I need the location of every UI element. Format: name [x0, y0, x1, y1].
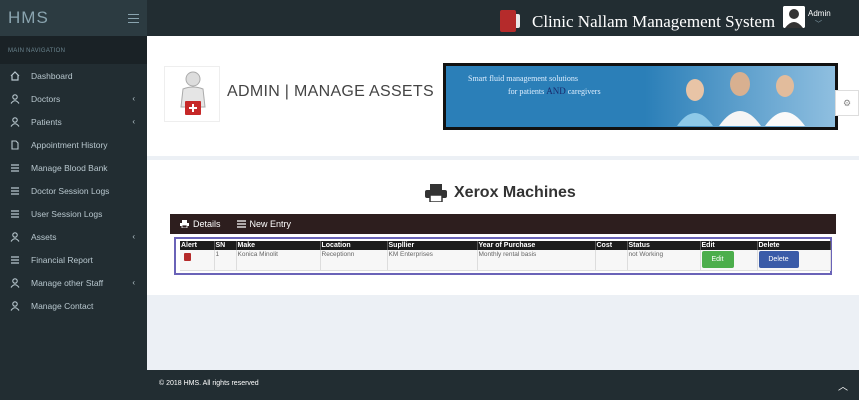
- page-header-panel: ADMIN | MANAGE ASSETS Smart fluid manage…: [147, 36, 859, 156]
- admin-username[interactable]: Admin: [808, 9, 831, 18]
- sidebar-item-blood-bank[interactable]: Manage Blood Bank: [0, 156, 147, 179]
- table-header-row: Alert SN Make Location Supllier Year of …: [180, 241, 831, 250]
- cell-year: Monthly rental basis: [477, 250, 596, 271]
- cell-supplier: KM Enterprises: [387, 250, 478, 271]
- alert-book-icon: [184, 253, 191, 261]
- chevron-down-icon[interactable]: ﹀: [815, 19, 822, 29]
- footer: © 2018 HMS. All rights reserved ︿: [147, 370, 859, 400]
- printer-icon: [425, 184, 447, 202]
- cell-location: Receptionn: [320, 250, 388, 271]
- sidebar-item-user-session-logs[interactable]: User Session Logs: [0, 202, 147, 225]
- sidebar-item-label: Manage Blood Bank: [31, 162, 108, 173]
- edit-button[interactable]: Edit: [701, 251, 734, 268]
- sidebar-item-manage-other-staff[interactable]: Manage other Staff ‹: [0, 271, 147, 294]
- user-icon: [10, 300, 24, 312]
- page-title: ADMIN | MANAGE ASSETS: [227, 83, 434, 100]
- scroll-top-icon[interactable]: ︿: [838, 378, 848, 393]
- assets-table: Alert SN Make Location Supllier Year of …: [180, 241, 831, 271]
- sidebar-item-label: Doctor Session Logs: [31, 185, 110, 196]
- sidebar-item-label: User Session Logs: [31, 208, 103, 219]
- list-icon: [10, 208, 24, 220]
- assets-table-container: Alert SN Make Location Supllier Year of …: [174, 237, 832, 275]
- sidebar-item-label: Assets: [31, 231, 57, 242]
- tab-bar: Details New Entry: [170, 214, 836, 234]
- sidebar-item-patients[interactable]: Patients ‹: [0, 110, 147, 133]
- assets-panel: Xerox Machines Details New Entry Alert S…: [147, 160, 859, 295]
- tab-new-entry[interactable]: New Entry: [236, 219, 291, 229]
- cell-make: Konica Minolit: [236, 250, 321, 271]
- list-icon: [10, 185, 24, 197]
- section-title: Xerox Machines: [425, 184, 576, 202]
- sidebar-item-manage-contact[interactable]: Manage Contact: [0, 294, 147, 317]
- banner-text: for patients AND caregivers: [508, 86, 601, 96]
- sidebar-item-label: Appointment History: [31, 139, 108, 150]
- column-header: SN: [214, 241, 237, 250]
- sidebar-item-assets[interactable]: Assets ‹: [0, 225, 147, 248]
- delete-button[interactable]: Delete: [758, 251, 799, 268]
- user-icon: [10, 93, 24, 105]
- user-icon: [10, 277, 24, 289]
- sidebar-item-label: Financial Report: [31, 254, 93, 265]
- main-content: ADMIN | MANAGE ASSETS Smart fluid manage…: [147, 36, 859, 370]
- tab-details[interactable]: Details: [180, 219, 221, 229]
- file-icon: [10, 139, 24, 151]
- cell-cost: [595, 250, 628, 271]
- sidebar-item-label: Manage Contact: [31, 300, 94, 311]
- chevron-left-icon: ‹: [132, 94, 135, 103]
- chevron-left-icon: ‹: [132, 117, 135, 126]
- sidebar-item-label: Dashboard: [31, 70, 73, 81]
- banner-image: Smart fluid management solutions for pat…: [443, 63, 838, 130]
- gear-icon: ⚙: [842, 97, 852, 108]
- column-header: Cost: [595, 241, 628, 250]
- admin-logo-image: [164, 66, 220, 122]
- sidebar-item-appointment-history[interactable]: Appointment History: [0, 133, 147, 156]
- column-header: Status: [627, 241, 701, 250]
- list-icon: [236, 220, 246, 228]
- column-header: Alert: [180, 241, 215, 250]
- cell-status: not Working: [627, 250, 701, 271]
- sidebar-item-dashboard[interactable]: Dashboard: [0, 64, 147, 87]
- home-icon: [10, 70, 24, 82]
- column-header: Delete: [757, 241, 831, 250]
- sidebar: HMS MAIN NAVIGATION Dashboard Doctors ‹ …: [0, 0, 147, 400]
- sidebar-item-label: Doctors: [31, 93, 61, 104]
- user-icon: [10, 231, 24, 243]
- table-row: 1 Konica Minolit Receptionn KM Enterpris…: [180, 250, 831, 271]
- copyright-text: © 2018 HMS. All rights reserved: [159, 380, 259, 387]
- nav-section-header: MAIN NAVIGATION: [0, 36, 147, 64]
- settings-button[interactable]: ⚙: [835, 90, 859, 116]
- brand-bar: HMS: [0, 0, 147, 36]
- sidebar-item-label: Manage other Staff: [31, 277, 104, 288]
- sidebar-item-doctor-session-logs[interactable]: Doctor Session Logs: [0, 179, 147, 202]
- printer-icon: [180, 220, 189, 228]
- banner-text: Smart fluid management solutions: [468, 74, 578, 83]
- user-icon: [10, 116, 24, 128]
- list-icon: [10, 254, 24, 266]
- chevron-left-icon: ‹: [132, 278, 135, 287]
- brand-logo[interactable]: HMS: [8, 8, 49, 28]
- chevron-left-icon: ‹: [132, 232, 135, 241]
- column-header: Year of Purchase: [477, 241, 596, 250]
- column-header: Make: [236, 241, 321, 250]
- cell-sn: 1: [214, 250, 237, 271]
- column-header: Location: [320, 241, 388, 250]
- sidebar-item-doctors[interactable]: Doctors ‹: [0, 87, 147, 110]
- sidebar-item-label: Patients: [31, 116, 62, 127]
- book-logo-icon: [500, 10, 520, 32]
- admin-avatar[interactable]: [783, 6, 805, 28]
- top-header: Clinic Nallam Management System Admin ﹀: [147, 0, 859, 36]
- menu-toggle-icon[interactable]: [128, 13, 139, 23]
- column-header: Edit: [700, 241, 758, 250]
- sidebar-item-financial-report[interactable]: Financial Report: [0, 248, 147, 271]
- column-header: Supllier: [387, 241, 478, 250]
- system-title: Clinic Nallam Management System: [532, 12, 776, 31]
- list-icon: [10, 162, 24, 174]
